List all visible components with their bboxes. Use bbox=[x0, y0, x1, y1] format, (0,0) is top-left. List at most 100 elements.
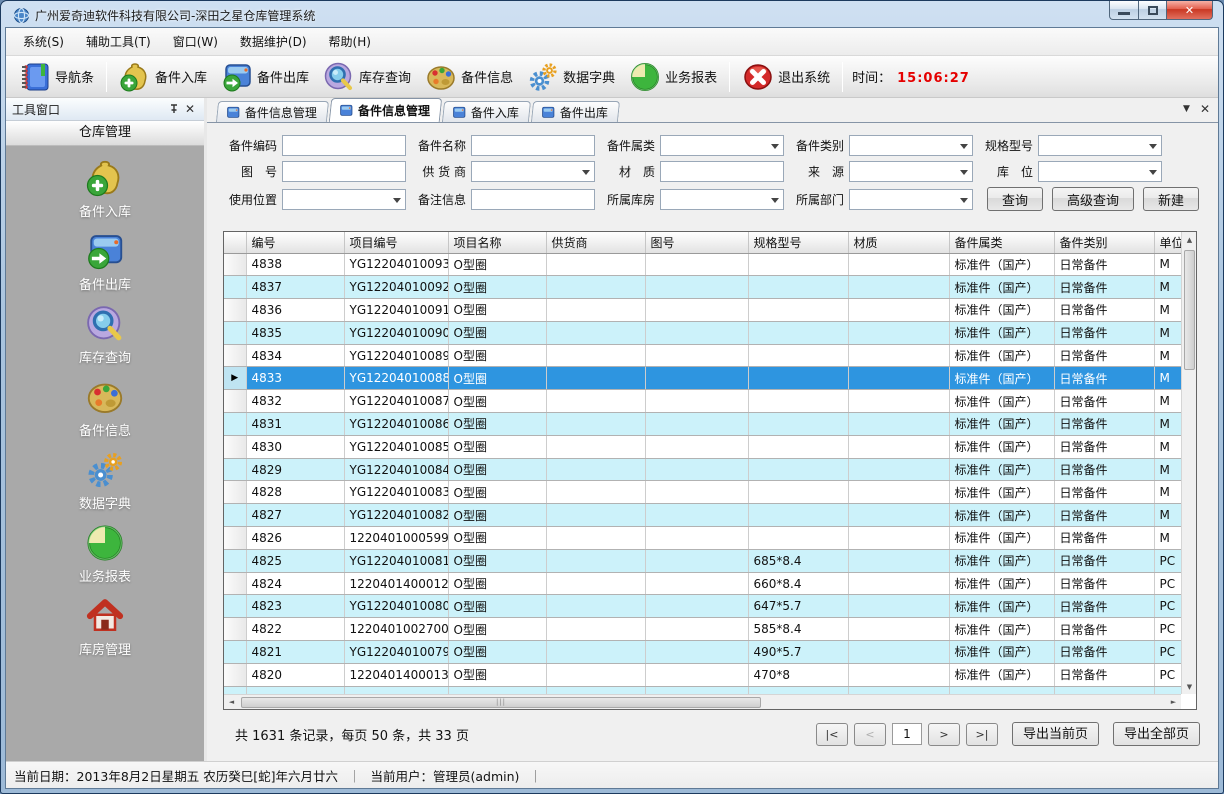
table-cell[interactable]: 标准件（国产） bbox=[949, 572, 1054, 595]
table-cell[interactable] bbox=[848, 390, 949, 413]
table-cell[interactable] bbox=[645, 458, 748, 481]
toolbar-button-0[interactable]: 导航条 bbox=[12, 58, 101, 96]
table-cell[interactable] bbox=[546, 618, 645, 641]
table-cell[interactable] bbox=[546, 344, 645, 367]
table-cell[interactable] bbox=[848, 435, 949, 458]
table-cell[interactable]: O型圈 bbox=[448, 618, 546, 641]
table-cell[interactable]: 标准件（国产） bbox=[949, 344, 1054, 367]
table-cell[interactable]: O型圈 bbox=[448, 367, 546, 390]
minimize-button[interactable] bbox=[1109, 1, 1139, 20]
table-cell[interactable] bbox=[748, 413, 848, 436]
table-row[interactable]: 48241220401400012O型圈660*8.4标准件（国产）日常备件PC bbox=[224, 572, 1181, 595]
next-page-button[interactable]: > bbox=[928, 723, 960, 746]
table-cell[interactable]: 标准件（国产） bbox=[949, 549, 1054, 572]
table-cell[interactable]: 490*5.7 bbox=[748, 641, 848, 664]
table-cell[interactable] bbox=[546, 527, 645, 550]
table-cell[interactable] bbox=[848, 549, 949, 572]
table-cell[interactable] bbox=[848, 367, 949, 390]
table-cell[interactable]: M bbox=[1154, 299, 1181, 322]
table-cell[interactable]: PC bbox=[1154, 618, 1181, 641]
table-cell[interactable]: 日常备件 bbox=[1054, 595, 1154, 618]
table-cell[interactable]: M bbox=[1154, 276, 1181, 299]
last-page-button[interactable]: >| bbox=[966, 723, 998, 746]
table-row[interactable]: 4831YG12204010086O型圈标准件（国产）日常备件M bbox=[224, 413, 1181, 436]
table-row-partial[interactable] bbox=[224, 686, 1181, 694]
scroll-right-icon[interactable]: ► bbox=[1166, 695, 1181, 710]
table-cell[interactable]: YG12204010091 bbox=[344, 299, 448, 322]
table-cell[interactable] bbox=[748, 299, 848, 322]
table-cell[interactable]: 日常备件 bbox=[1054, 253, 1154, 276]
table-cell[interactable]: 4827 bbox=[246, 504, 344, 527]
sidebar-item-6[interactable]: 库房管理 bbox=[6, 590, 204, 663]
table-row[interactable]: 4828YG12204010083O型圈标准件（国产）日常备件M bbox=[224, 481, 1181, 504]
table-cell[interactable] bbox=[748, 344, 848, 367]
table-cell[interactable]: 标准件（国产） bbox=[949, 435, 1054, 458]
table-cell[interactable]: 4832 bbox=[246, 390, 344, 413]
table-cell[interactable]: YG12204010089 bbox=[344, 344, 448, 367]
table-cell[interactable]: 标准件（国产） bbox=[949, 299, 1054, 322]
text-field-r1c2[interactable] bbox=[660, 161, 784, 182]
table-cell[interactable]: YG12204010087 bbox=[344, 390, 448, 413]
column-header-7[interactable]: 备件属类 bbox=[949, 232, 1054, 253]
table-cell[interactable] bbox=[848, 481, 949, 504]
table-cell[interactable]: YG12204010093 bbox=[344, 253, 448, 276]
table-cell[interactable]: M bbox=[1154, 390, 1181, 413]
table-cell[interactable] bbox=[748, 367, 848, 390]
table-cell[interactable]: 标准件（国产） bbox=[949, 618, 1054, 641]
table-cell[interactable] bbox=[748, 527, 848, 550]
table-cell[interactable] bbox=[848, 527, 949, 550]
combo-field-r0c3[interactable] bbox=[849, 135, 973, 156]
table-cell[interactable] bbox=[645, 618, 748, 641]
combo-field-r1c3[interactable] bbox=[849, 161, 973, 182]
table-cell[interactable]: 4821 bbox=[246, 641, 344, 664]
table-cell[interactable] bbox=[546, 367, 645, 390]
table-cell[interactable]: 4823 bbox=[246, 595, 344, 618]
table-row[interactable]: 4834YG12204010089O型圈标准件（国产）日常备件M bbox=[224, 344, 1181, 367]
table-cell[interactable] bbox=[645, 504, 748, 527]
sidebar-close-icon[interactable]: ✕ bbox=[182, 101, 198, 117]
sidebar-item-3[interactable]: 备件信息 bbox=[6, 371, 204, 444]
table-cell[interactable]: 日常备件 bbox=[1054, 299, 1154, 322]
table-cell[interactable] bbox=[546, 663, 645, 686]
table-cell[interactable] bbox=[546, 253, 645, 276]
table-cell[interactable]: YG12204010083 bbox=[344, 481, 448, 504]
menu-item-4[interactable]: 帮助(H) bbox=[318, 28, 382, 55]
toolbar-button-2[interactable]: 备件出库 bbox=[214, 58, 316, 96]
table-cell[interactable] bbox=[645, 663, 748, 686]
table-cell[interactable] bbox=[645, 572, 748, 595]
table-cell[interactable] bbox=[848, 458, 949, 481]
sidebar-item-4[interactable]: 数据字典 bbox=[6, 444, 204, 517]
combo-field-r2c0[interactable] bbox=[282, 189, 406, 210]
table-row[interactable]: 4835YG12204010090O型圈标准件（国产）日常备件M bbox=[224, 321, 1181, 344]
table-cell[interactable] bbox=[546, 595, 645, 618]
table-cell[interactable]: M bbox=[1154, 527, 1181, 550]
horizontal-scroll-thumb[interactable]: ||| bbox=[241, 697, 761, 708]
table-cell[interactable]: O型圈 bbox=[448, 321, 546, 344]
table-cell[interactable] bbox=[546, 321, 645, 344]
table-row[interactable]: 4836YG12204010091O型圈标准件（国产）日常备件M bbox=[224, 299, 1181, 322]
table-row[interactable]: 4838YG12204010093O型圈标准件（国产）日常备件M bbox=[224, 253, 1181, 276]
tab-0[interactable]: 备件信息管理 bbox=[216, 101, 329, 122]
table-cell[interactable]: 标准件（国产） bbox=[949, 367, 1054, 390]
table-cell[interactable]: PC bbox=[1154, 572, 1181, 595]
toolbar-button-6[interactable]: 业务报表 bbox=[622, 58, 724, 96]
table-cell[interactable]: M bbox=[1154, 321, 1181, 344]
table-cell[interactable]: 1220401002700 bbox=[344, 618, 448, 641]
table-cell[interactable]: O型圈 bbox=[448, 435, 546, 458]
table-cell[interactable] bbox=[848, 663, 949, 686]
tab-list-dropdown-icon[interactable]: ▼ bbox=[1183, 104, 1190, 114]
table-cell[interactable] bbox=[848, 595, 949, 618]
scroll-up-icon[interactable]: ▲ bbox=[1182, 232, 1197, 247]
table-cell[interactable]: 1220401000599 bbox=[344, 527, 448, 550]
table-cell[interactable]: 4836 bbox=[246, 299, 344, 322]
table-row[interactable]: 48201220401400013O型圈470*8标准件（国产）日常备件PC bbox=[224, 663, 1181, 686]
table-cell[interactable]: M bbox=[1154, 367, 1181, 390]
toolbar-button-3[interactable]: 库存查询 bbox=[316, 58, 418, 96]
table-cell[interactable]: 日常备件 bbox=[1054, 572, 1154, 595]
table-cell[interactable] bbox=[645, 481, 748, 504]
table-cell[interactable]: 4831 bbox=[246, 413, 344, 436]
table-cell[interactable]: 4828 bbox=[246, 481, 344, 504]
table-cell[interactable]: M bbox=[1154, 413, 1181, 436]
new-button[interactable]: 新建 bbox=[1143, 187, 1199, 211]
export-current-page-button[interactable]: 导出当前页 bbox=[1012, 722, 1099, 746]
